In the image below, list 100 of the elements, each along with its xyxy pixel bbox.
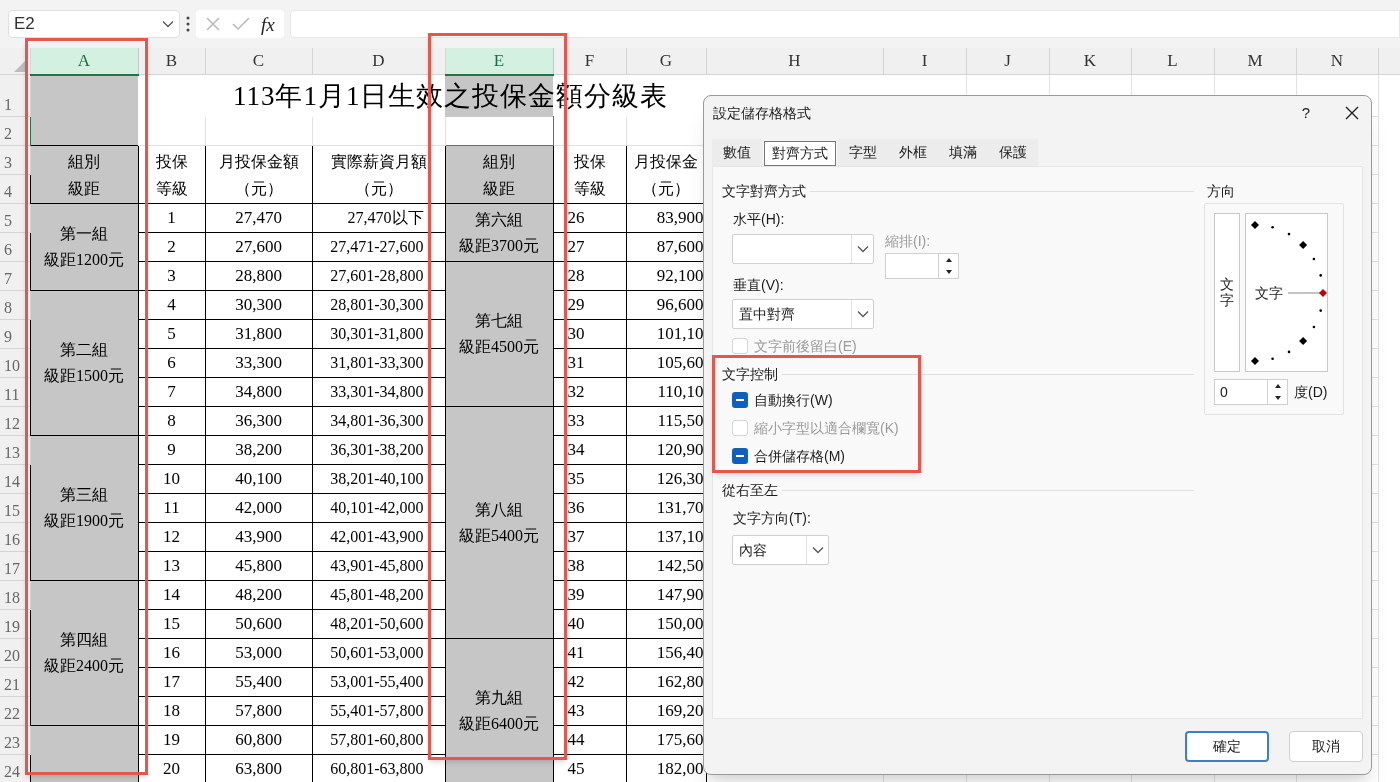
table-cell: 30,300 bbox=[205, 290, 312, 320]
dialog-button[interactable]: 取消 bbox=[1289, 731, 1363, 762]
table-cell: 26 bbox=[553, 203, 626, 233]
orientation-dial[interactable]: 文字 bbox=[1245, 213, 1328, 372]
checkbox[interactable] bbox=[732, 448, 748, 464]
table-cell: 28 bbox=[553, 261, 626, 291]
header-text: 組別 bbox=[483, 151, 515, 172]
table-cell: 32 bbox=[553, 377, 626, 407]
column-header[interactable]: M bbox=[1214, 48, 1296, 75]
group-text: 第一組 bbox=[60, 224, 108, 244]
dialog-tab[interactable]: 對齊方式 bbox=[764, 141, 836, 166]
column-header[interactable]: F bbox=[553, 48, 626, 75]
group-text: 級距2400元 bbox=[44, 656, 124, 676]
insert-function-button[interactable]: fx bbox=[260, 14, 275, 34]
column-header[interactable]: I bbox=[883, 48, 966, 75]
field-label: 度(D) bbox=[1294, 382, 1328, 402]
text-direction-dropdown[interactable]: 內容 bbox=[732, 535, 829, 565]
active-cell[interactable] bbox=[445, 116, 553, 146]
table-cell: 31 bbox=[553, 348, 626, 378]
vertical-dropdown[interactable]: 置中對齊 bbox=[732, 299, 874, 329]
table-cell: 34,800 bbox=[205, 377, 312, 407]
column-header[interactable]: G bbox=[626, 48, 706, 75]
table-cell: 5 bbox=[138, 319, 205, 349]
dialog-tab[interactable]: 數值 bbox=[712, 139, 762, 166]
group-text: 級距6400元 bbox=[459, 714, 539, 734]
degrees-spinner[interactable]: 0 bbox=[1214, 379, 1288, 405]
name-box[interactable]: E2 bbox=[8, 10, 180, 38]
group-text: 級距1500元 bbox=[44, 366, 124, 386]
dialog-tab[interactable]: 填滿 bbox=[938, 139, 988, 166]
dialog-tab[interactable]: 外框 bbox=[888, 139, 938, 166]
table-cell: 18 bbox=[138, 696, 205, 726]
group-text: 級距4500元 bbox=[459, 337, 539, 357]
dialog-tab[interactable]: 字型 bbox=[838, 139, 888, 166]
table-cell: 36,300 bbox=[205, 406, 312, 436]
table-cell: 48,200 bbox=[205, 580, 312, 610]
vertical-text: 文字 bbox=[1220, 277, 1234, 308]
header-text: 等級 bbox=[573, 178, 606, 199]
table-cell: 9 bbox=[138, 435, 205, 465]
table-cell: 28,800 bbox=[205, 261, 312, 291]
table-cell: 29 bbox=[553, 290, 626, 320]
more-options-icon[interactable] bbox=[186, 16, 190, 32]
help-button[interactable]: ? bbox=[1291, 100, 1321, 126]
column-header[interactable]: L bbox=[1131, 48, 1214, 75]
table-cell: 27,470以下 bbox=[312, 203, 445, 233]
table-cell: 8 bbox=[138, 406, 205, 436]
column-header[interactable]: K bbox=[1049, 48, 1131, 75]
header-text: 實際薪資月額 bbox=[330, 151, 427, 172]
section-heading: 文字對齊方式 bbox=[722, 181, 806, 201]
table-cell: 55,400 bbox=[205, 667, 312, 697]
group-text: 第四組 bbox=[60, 630, 108, 650]
table-cell: 53,000 bbox=[205, 638, 312, 668]
table-cell: 10 bbox=[138, 464, 205, 494]
field-label: 縮排(I): bbox=[885, 232, 932, 251]
table-cell: 40,100 bbox=[205, 464, 312, 494]
group-text: 第七組 bbox=[475, 311, 523, 331]
group-text: 第八組 bbox=[475, 499, 523, 520]
checkbox[interactable] bbox=[732, 392, 748, 408]
column-header[interactable]: E bbox=[445, 48, 553, 75]
orientation-pointer-icon[interactable] bbox=[1288, 288, 1327, 298]
vertical-text-button[interactable]: 文字 bbox=[1214, 213, 1240, 372]
field-label: 水平(H): bbox=[732, 210, 785, 229]
column-header[interactable]: J bbox=[966, 48, 1049, 75]
field-label: 文字方向(T): bbox=[732, 509, 811, 528]
dialog-title: 設定儲存格格式 bbox=[713, 103, 812, 123]
dropdown-value: 置中對齊 bbox=[739, 305, 795, 322]
group-text: 級距3700元 bbox=[459, 235, 539, 256]
column-header[interactable]: C bbox=[205, 48, 312, 75]
section-heading: 文字控制 bbox=[722, 364, 778, 384]
header-text: 組別 bbox=[68, 151, 100, 172]
table-cell: 31,800 bbox=[205, 319, 312, 349]
column-header[interactable]: D bbox=[312, 48, 445, 75]
table-cell: 1 bbox=[138, 203, 205, 233]
table-cell: 15 bbox=[138, 609, 205, 639]
header-text: 等級 bbox=[155, 178, 188, 199]
chevron-down-icon bbox=[811, 546, 824, 554]
table-cell: 33 bbox=[553, 406, 626, 436]
field-label: 垂直(V): bbox=[732, 276, 784, 295]
checkbox-label: 自動換行(W) bbox=[754, 390, 833, 410]
chevron-down-icon bbox=[856, 245, 869, 253]
column-header[interactable]: B bbox=[138, 48, 205, 75]
chevron-down-icon bbox=[162, 20, 174, 28]
dialog-tab[interactable]: 保護 bbox=[988, 139, 1038, 166]
dialog-button[interactable]: 確定 bbox=[1185, 731, 1269, 762]
table-cell: 45,800 bbox=[205, 551, 312, 581]
header-text: 月投保金 bbox=[634, 151, 698, 172]
column-header[interactable]: N bbox=[1296, 48, 1378, 75]
header-text: 投保 bbox=[155, 151, 188, 172]
table-cell: 19 bbox=[138, 725, 205, 755]
table-cell: 36 bbox=[553, 493, 626, 523]
close-icon[interactable] bbox=[1345, 106, 1359, 120]
section-heading: 從右至左 bbox=[722, 480, 778, 500]
table-cell: 43 bbox=[553, 696, 626, 726]
formula-input[interactable] bbox=[290, 10, 1400, 38]
table-cell: 44 bbox=[553, 725, 626, 755]
column-header[interactable]: H bbox=[706, 48, 883, 75]
header-text: （元） bbox=[354, 178, 403, 199]
column-header[interactable]: A bbox=[30, 48, 138, 75]
table-cell: 16 bbox=[138, 638, 205, 668]
table-cell: 37 bbox=[553, 522, 626, 552]
table-cell: 33,300 bbox=[205, 348, 312, 378]
